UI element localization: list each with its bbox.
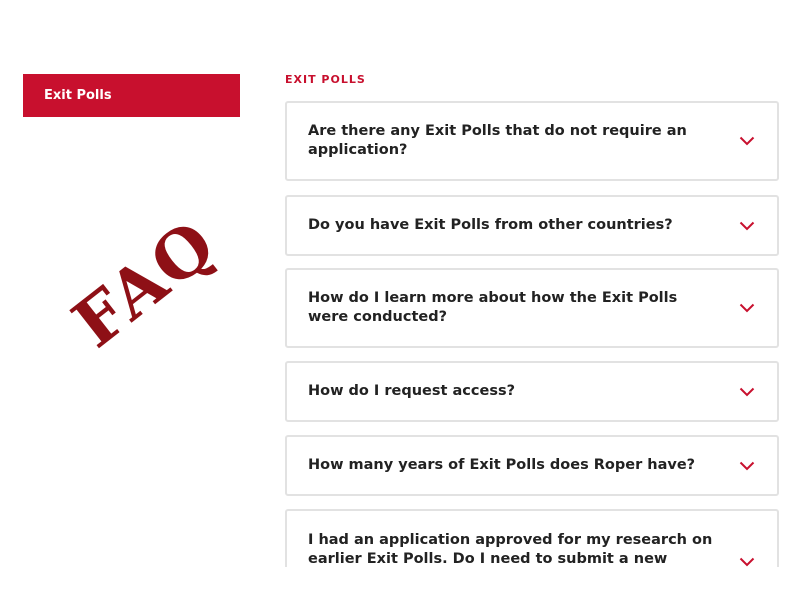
- faq-page: Exit Polls FAQ EXIT POLLS Are there any …: [0, 0, 800, 600]
- faq-item[interactable]: How do I learn more about how the Exit P…: [285, 268, 779, 348]
- faq-item[interactable]: Are there any Exit Polls that do not req…: [285, 101, 779, 181]
- chevron-down-icon[interactable]: [739, 461, 755, 471]
- chevron-down-icon[interactable]: [739, 387, 755, 397]
- faq-item[interactable]: How many years of Exit Polls does Roper …: [285, 435, 779, 496]
- sidebar-item-exit-polls[interactable]: Exit Polls: [23, 74, 240, 117]
- faq-item[interactable]: How do I request access?: [285, 361, 779, 422]
- chevron-down-icon[interactable]: [739, 136, 755, 146]
- chevron-down-icon[interactable]: [739, 221, 755, 231]
- faq-list: Are there any Exit Polls that do not req…: [285, 101, 779, 567]
- faq-question: How do I learn more about how the Exit P…: [308, 290, 678, 325]
- faq-question: How do I request access?: [308, 383, 515, 399]
- section-heading: EXIT POLLS: [285, 73, 366, 86]
- faq-item[interactable]: Do you have Exit Polls from other countr…: [285, 195, 779, 256]
- faq-watermark: FAQ: [58, 204, 231, 363]
- faq-question: Are there any Exit Polls that do not req…: [308, 123, 687, 158]
- faq-item[interactable]: I had an application approved for my res…: [285, 509, 779, 567]
- faq-question: Do you have Exit Polls from other countr…: [308, 217, 673, 233]
- chevron-down-icon[interactable]: [739, 557, 755, 567]
- faq-question: How many years of Exit Polls does Roper …: [308, 457, 696, 473]
- faq-question: I had an application approved for my res…: [308, 532, 713, 567]
- sidebar-item-label: Exit Polls: [44, 88, 112, 103]
- chevron-down-icon[interactable]: [739, 303, 755, 313]
